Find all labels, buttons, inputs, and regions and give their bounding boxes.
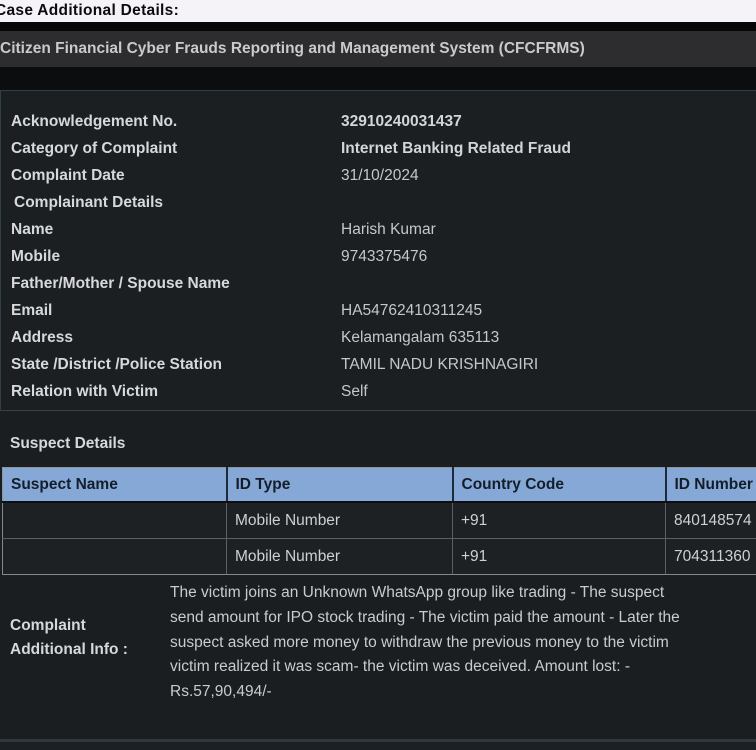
complaint-additional-info-label: Complaint Additional Info : <box>10 614 162 662</box>
cell-country-code: +91 <box>453 502 666 539</box>
field-label: Father/Mother / Spouse Name <box>11 270 341 297</box>
cell-suspect-name <box>3 502 227 539</box>
detail-row-father-mother-spouse: Father/Mother / Spouse Name <box>11 270 756 297</box>
complaint-additional-info-section: Complaint Additional Info : The victim j… <box>0 575 756 739</box>
field-value: 31/10/2024 <box>341 162 419 189</box>
divider-strip <box>0 67 756 90</box>
detail-row-address: Address Kelamangalam 635113 <box>11 324 756 351</box>
field-value: 9743375476 <box>341 243 427 270</box>
field-value: HA54762410311245 <box>341 297 482 324</box>
cell-id-number: 840148574 <box>666 502 756 539</box>
field-value: Internet Banking Related Fraud <box>341 135 571 162</box>
table-row: Mobile Number +91 840148574 <box>3 502 756 539</box>
detail-row-complaint-date: Complaint Date 31/10/2024 <box>11 162 756 189</box>
field-value: Kelamangalam 635113 <box>341 324 499 351</box>
divider-strip <box>0 22 756 31</box>
system-title: Citizen Financial Cyber Frauds Reporting… <box>0 40 585 58</box>
system-title-bar: Citizen Financial Cyber Frauds Reporting… <box>0 31 756 67</box>
field-label: Complaint Date <box>11 162 341 189</box>
suspect-details-heading: Suspect Details <box>10 430 125 457</box>
field-label: Acknowledgement No. <box>11 108 341 135</box>
field-label: State /District /Police Station <box>11 351 341 378</box>
cell-id-type: Mobile Number <box>227 539 453 575</box>
field-label: Mobile <box>11 243 341 270</box>
cell-country-code: +91 <box>453 539 666 575</box>
field-label: Address <box>11 324 341 351</box>
detail-row-acknowledgement-no: Acknowledgement No. 32910240031437 <box>11 108 756 135</box>
complainant-details-subheading: Complainant Details <box>11 189 756 216</box>
report-body: Acknowledgement No. 32910240031437 Categ… <box>0 90 756 739</box>
detail-row-relation-with-victim: Relation with Victim Self <box>11 378 756 405</box>
column-header-country-code: Country Code <box>453 468 666 503</box>
column-header-id-number: ID Number <box>666 468 756 503</box>
column-header-id-type: ID Type <box>227 468 453 503</box>
field-value: Self <box>341 378 368 405</box>
field-label: Category of Complaint <box>11 135 341 162</box>
column-header-suspect-name: Suspect Name <box>3 468 227 503</box>
complainant-details-panel: Acknowledgement No. 32910240031437 Categ… <box>0 90 756 411</box>
detail-row-name: Name Harish Kumar <box>11 216 756 243</box>
cell-suspect-name <box>3 539 227 575</box>
bottom-strip <box>0 742 756 750</box>
cell-id-number: 704311360 <box>666 539 756 575</box>
page-title: Case Additional Details: <box>0 2 179 20</box>
section-label: Complainant Details <box>11 189 344 216</box>
detail-row-category: Category of Complaint Internet Banking R… <box>11 135 756 162</box>
field-label: Relation with Victim <box>11 378 341 405</box>
suspect-details-table: Suspect Name ID Type Country Code ID Num… <box>2 467 756 575</box>
detail-row-mobile: Mobile 9743375476 <box>11 243 756 270</box>
case-additional-details-page: Case Additional Details: Citizen Financi… <box>0 0 756 750</box>
field-value: 32910240031437 <box>341 108 462 135</box>
complaint-additional-info-text: The victim joins an Unknown WhatsApp gro… <box>170 581 756 705</box>
detail-row-state-district-ps: State /District /Police Station TAMIL NA… <box>11 351 756 378</box>
field-label: Name <box>11 216 341 243</box>
cell-id-type: Mobile Number <box>227 502 453 539</box>
field-label: Email <box>11 297 341 324</box>
page-header-bar: Case Additional Details: <box>0 0 756 22</box>
table-row: Mobile Number +91 704311360 <box>3 539 756 575</box>
detail-row-email: Email HA54762410311245 <box>11 297 756 324</box>
field-value: TAMIL NADU KRISHNAGIRI <box>341 351 538 378</box>
table-header-row: Suspect Name ID Type Country Code ID Num… <box>3 468 756 503</box>
field-value: Harish Kumar <box>341 216 436 243</box>
